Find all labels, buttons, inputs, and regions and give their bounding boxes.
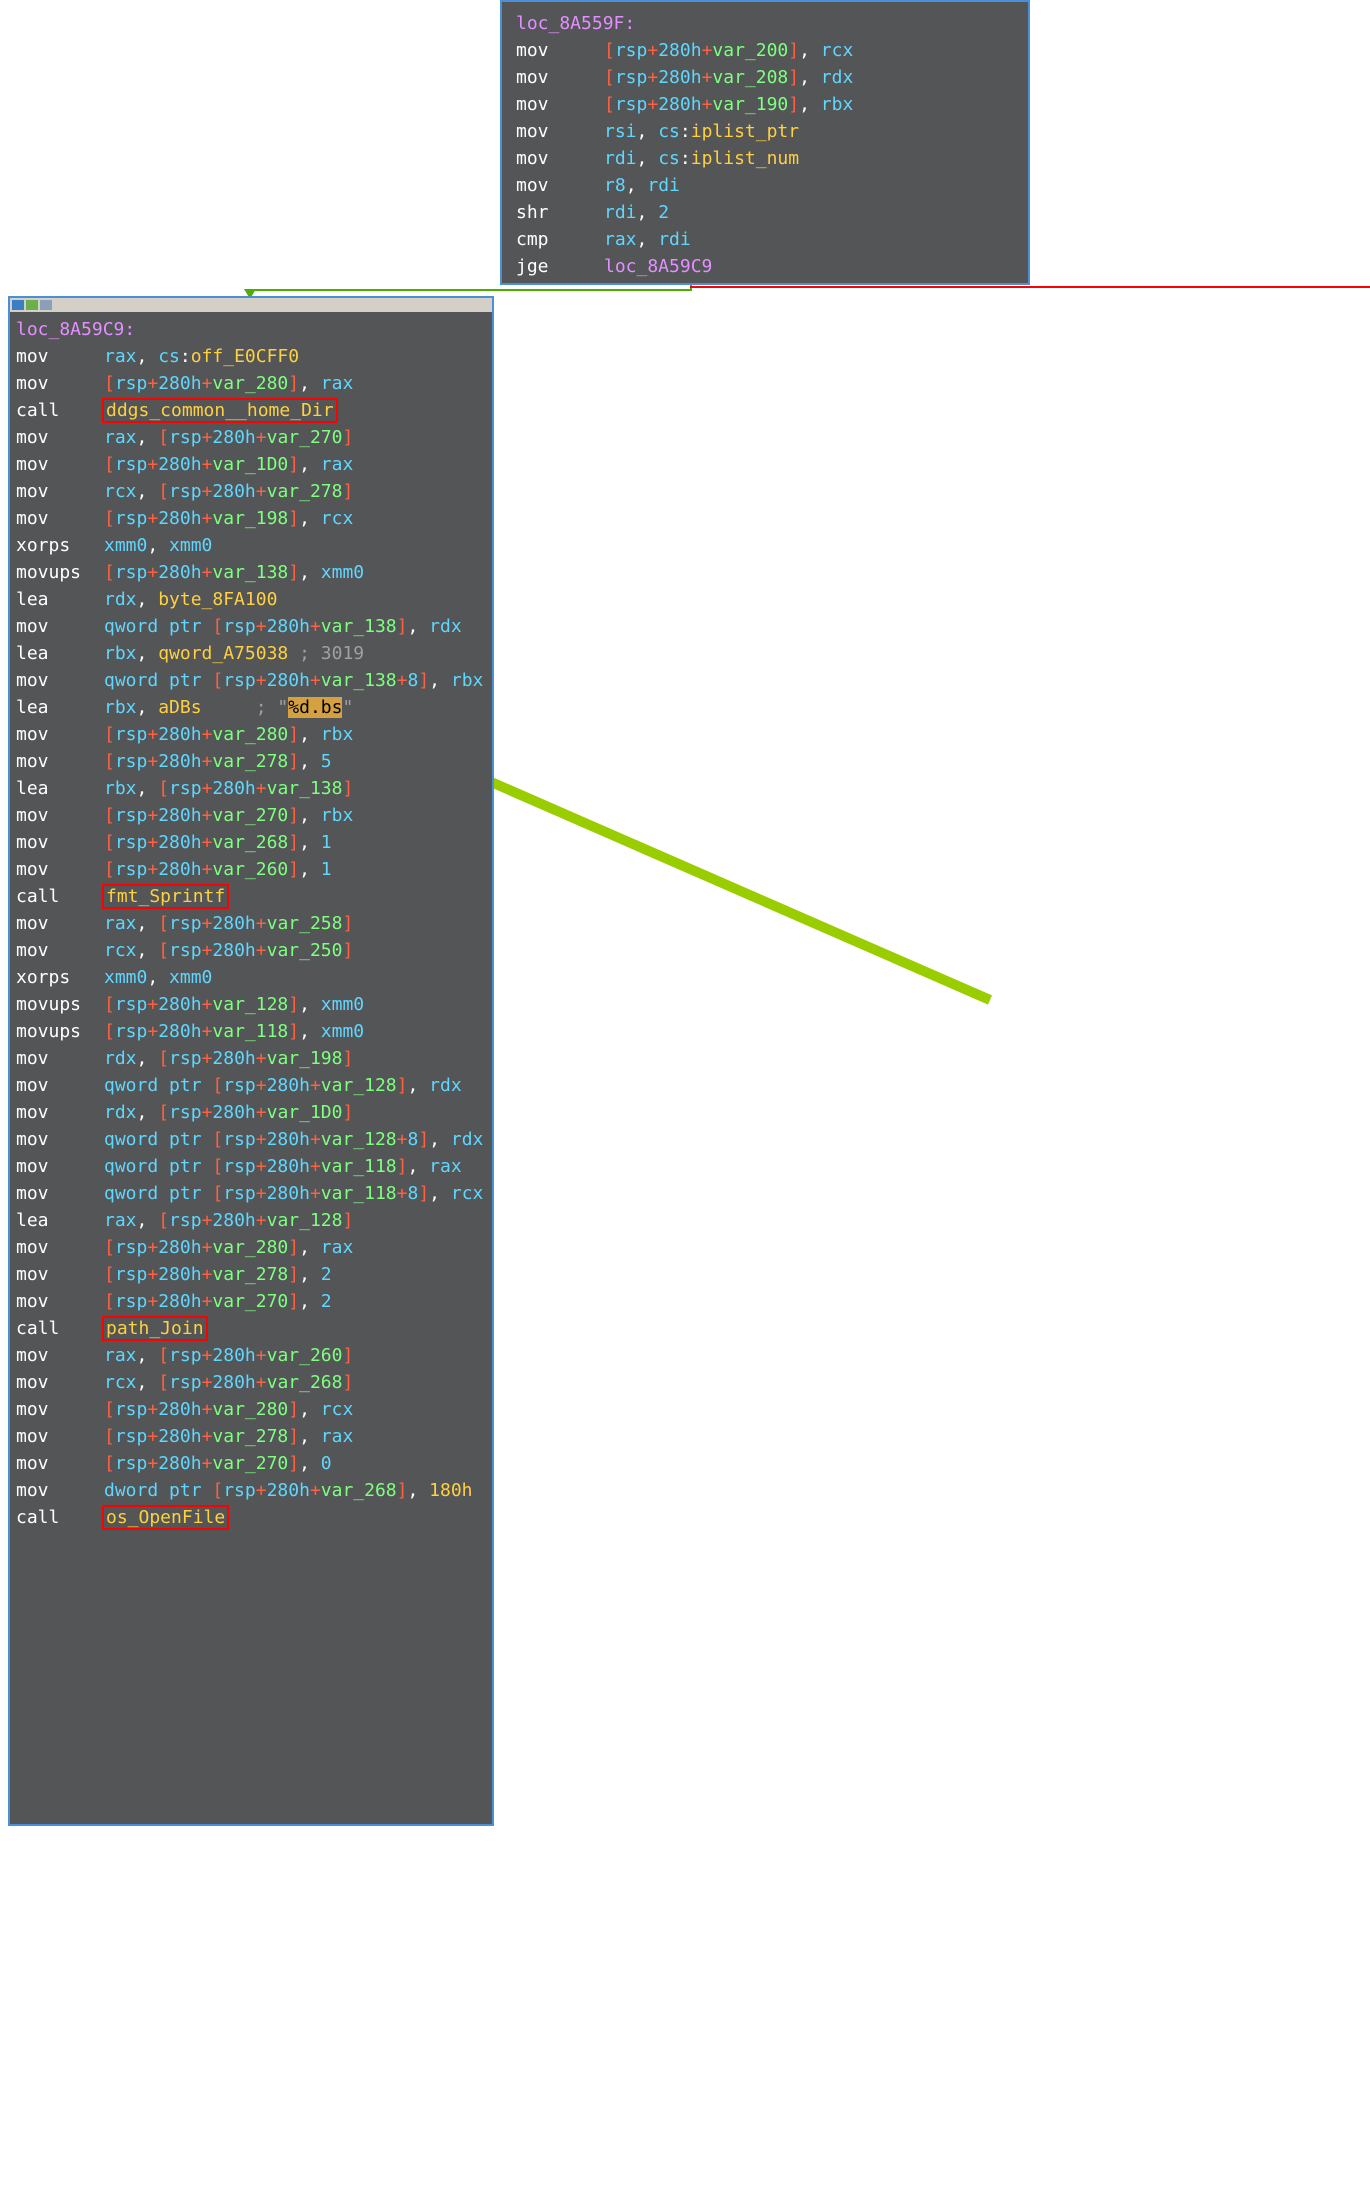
graph-edge-green	[250, 289, 692, 291]
titlebar-icon-2[interactable]	[26, 300, 38, 310]
node-titlebar[interactable]	[10, 298, 492, 312]
disasm-node-main[interactable]: loc_8A59C9:movrax, cs:off_E0CFF0mov[rsp+…	[8, 296, 494, 1826]
titlebar-icon-3[interactable]	[40, 300, 52, 310]
disasm-node-top[interactable]: loc_8A559F:mov[rsp+280h+var_200], rcxmov…	[500, 0, 1030, 285]
disasm-code-top: loc_8A559F:mov[rsp+280h+var_200], rcxmov…	[510, 6, 1020, 284]
disasm-code-main: loc_8A59C9:movrax, cs:off_E0CFF0mov[rsp+…	[10, 312, 492, 1535]
graph-edge-red	[690, 286, 1370, 288]
titlebar-icon-1[interactable]	[12, 300, 24, 310]
